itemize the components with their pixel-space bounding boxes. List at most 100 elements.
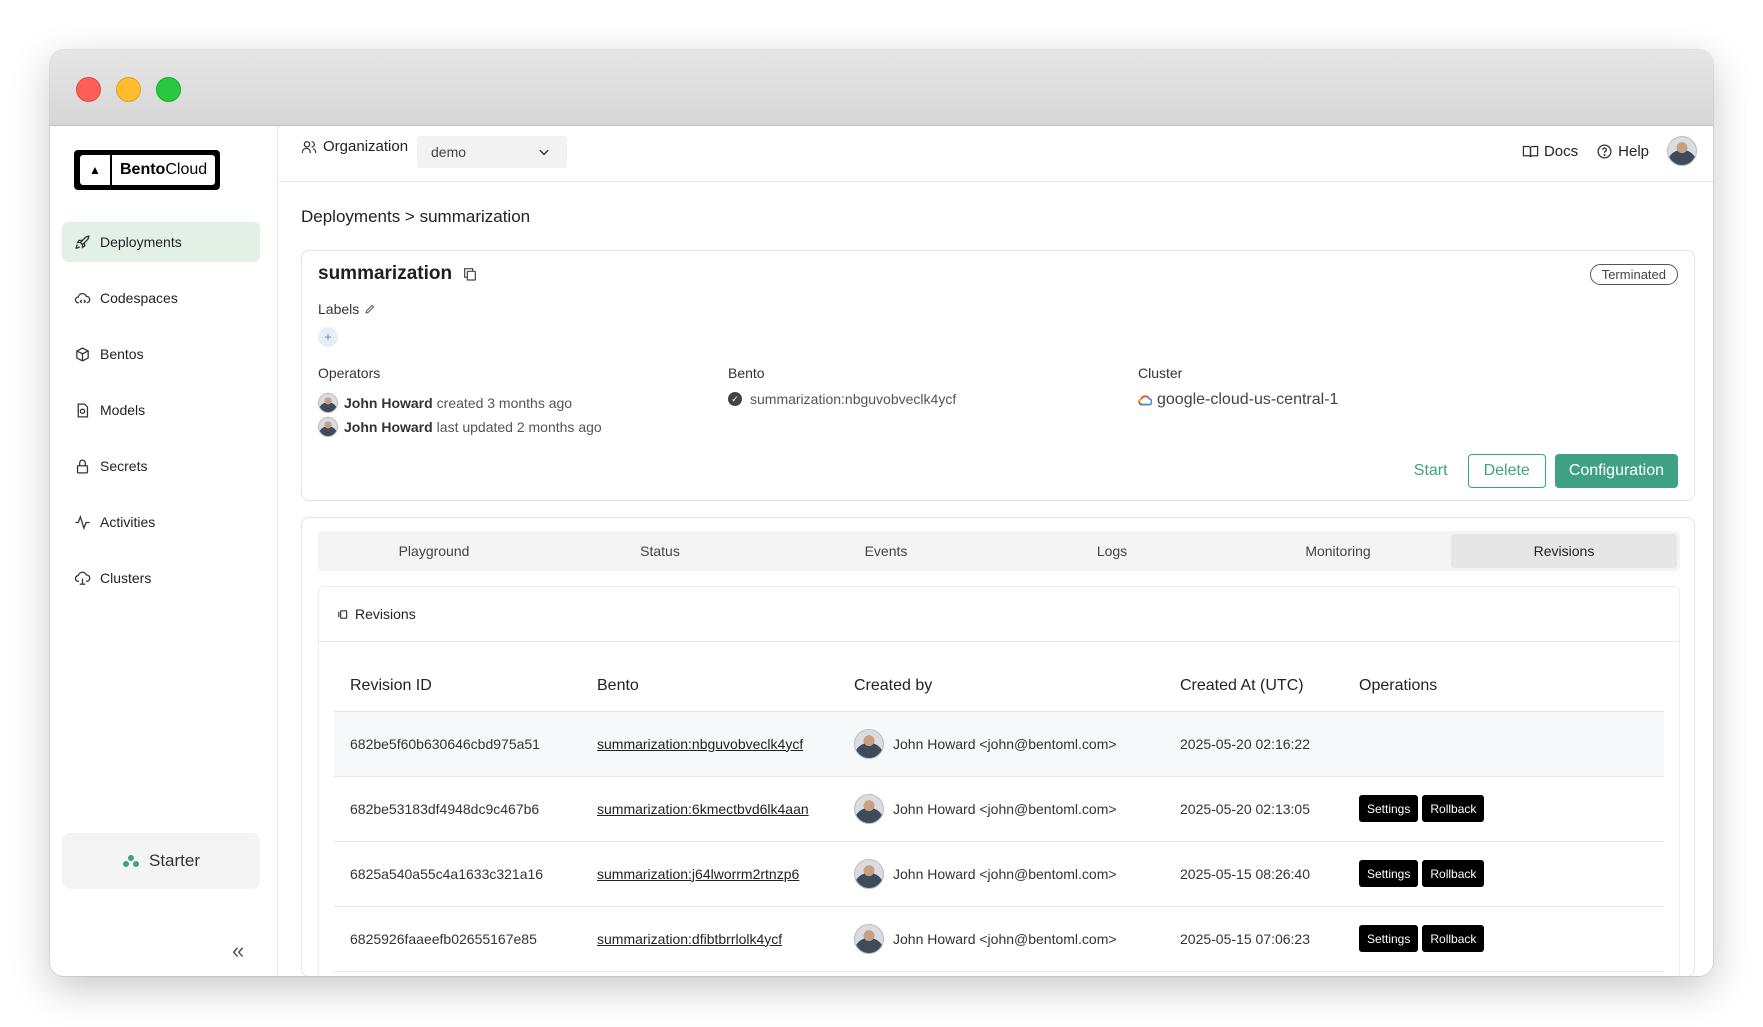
close-window-button[interactable]	[76, 77, 101, 102]
revision-id-cell: 6825926faaeefb02655167e85	[334, 906, 581, 972]
start-button[interactable]: Start	[1414, 462, 1448, 480]
user-avatar[interactable]	[1667, 136, 1697, 166]
column-header: Operations	[1343, 661, 1664, 712]
configuration-button[interactable]: Configuration	[1554, 454, 1678, 488]
operator-avatar	[318, 393, 338, 413]
sidebar-item-label: Models	[100, 402, 146, 418]
organization-select[interactable]: demo	[417, 136, 567, 168]
sidebar-item-clusters[interactable]: Clusters	[62, 558, 260, 598]
chevron-down-icon	[539, 149, 549, 156]
users-icon	[301, 140, 317, 153]
organization-text: Organization	[323, 138, 409, 155]
sidebar-item-activities[interactable]: Activities	[62, 502, 260, 542]
creator-name: John Howard <john@bentoml.com>	[893, 930, 1117, 947]
sidebar-item-codespaces[interactable]: Codespaces	[62, 278, 260, 318]
settings-button[interactable]: Settings	[1359, 925, 1419, 952]
table-row[interactable]: 682be53183df4948dc9c467b6 summarization:…	[334, 776, 1664, 842]
operators-section: Operators John Howard created 3 months a…	[318, 365, 602, 439]
bento-link[interactable]: summarization:nbguvobveclk4ycf	[597, 736, 803, 752]
bento-cell: summarization:6kmectbvd6lk4aan	[581, 776, 838, 842]
main-content: Deployments > summarization summarizatio…	[279, 183, 1713, 976]
bento-link[interactable]: summarization:j64lworrm2rtnzp6	[597, 866, 799, 882]
plan-starter-button[interactable]: Starter	[62, 833, 260, 889]
sidebar-nav: Deployments Codespaces Bentos Models Sec…	[62, 222, 260, 614]
operations-cell: Settings Rollback	[1343, 776, 1664, 842]
rollback-button[interactable]: Rollback	[1422, 860, 1485, 887]
cluster-section: Cluster google-cloud-us-central-1	[1138, 365, 1338, 409]
creator-avatar	[854, 858, 884, 889]
sidebar-item-bentos[interactable]: Bentos	[62, 334, 260, 374]
starter-plan-icon	[122, 855, 139, 867]
plan-label: Starter	[148, 851, 201, 870]
revisions-header: Revisions	[319, 587, 1679, 642]
deployment-summary-card: summarization Terminated Labels + Operat…	[301, 250, 1695, 501]
tab-events[interactable]: Events	[773, 534, 999, 568]
tab-monitoring[interactable]: Monitoring	[1225, 534, 1451, 568]
table-row[interactable]: 682be5f60b630646cbd975a51 summarization:…	[334, 711, 1664, 777]
bento-link[interactable]: summarization:6kmectbvd6lk4aan	[597, 801, 809, 817]
tab-status[interactable]: Status	[547, 534, 773, 568]
creator-name: John Howard <john@bentoml.com>	[893, 865, 1117, 882]
bento-link[interactable]: summarization:dfibtbrrlolk4ycf	[597, 931, 782, 947]
organization-label: Organization	[301, 138, 408, 155]
rollback-button[interactable]: Rollback	[1422, 795, 1485, 822]
bento-title: Bento	[728, 365, 765, 381]
operator-avatar	[318, 417, 338, 437]
sidebar-item-label: Clusters	[100, 570, 152, 586]
lock-icon	[76, 459, 89, 474]
box-icon	[76, 346, 89, 362]
add-label-button[interactable]: +	[318, 327, 338, 347]
operations-cell: Settings Rollback	[1343, 906, 1664, 972]
edit-pencil-icon[interactable]	[364, 303, 376, 315]
bento-logo-icon: ▲	[80, 155, 110, 185]
tab-playground[interactable]: Playground	[321, 534, 547, 568]
tab-bar: Playground Status Events Logs Monitoring…	[318, 531, 1680, 571]
docs-link[interactable]: Docs	[1522, 143, 1578, 160]
operator-created: John Howard created 3 months ago	[318, 391, 602, 415]
revisions-title: Revisions	[355, 606, 416, 622]
copy-icon[interactable]	[462, 266, 478, 282]
google-cloud-icon	[1138, 395, 1152, 406]
delete-button[interactable]: Delete	[1467, 454, 1546, 488]
tab-revisions[interactable]: Revisions	[1451, 534, 1677, 568]
breadcrumb: Deployments > summarization	[301, 207, 531, 226]
table-row[interactable]: 6825926faaeefb02655167e85 summarization:…	[334, 906, 1664, 972]
operations-cell	[1343, 711, 1664, 777]
creator-avatar	[854, 923, 884, 954]
rollback-button[interactable]: Rollback	[1422, 925, 1485, 952]
creator-name: John Howard <john@bentoml.com>	[893, 800, 1117, 817]
operator-name: John Howard	[344, 395, 433, 411]
cluster-name: google-cloud-us-central-1	[1157, 391, 1339, 408]
bento-cell: summarization:dfibtbrrlolk4ycf	[581, 906, 838, 972]
created-at-cell: 2025-05-15 07:06:23	[1164, 906, 1343, 972]
table-row[interactable]: 6825a540a55c4a1633c321a16 summarization:…	[334, 841, 1664, 907]
status-badge: Terminated	[1589, 264, 1678, 285]
sidebar-item-label: Codespaces	[100, 290, 178, 306]
created-at-cell: 2025-05-15 08:26:40	[1164, 841, 1343, 907]
help-link[interactable]: Help	[1596, 143, 1649, 160]
settings-button[interactable]: Settings	[1359, 795, 1419, 822]
revisions-panel: Revisions Revision ID Bento Created by C…	[318, 586, 1680, 976]
maximize-window-button[interactable]	[156, 77, 181, 102]
collapse-sidebar-icon[interactable]: «	[232, 938, 244, 964]
cloud-server-icon	[74, 571, 91, 585]
minimize-window-button[interactable]	[116, 77, 141, 102]
sidebar-item-models[interactable]: Models	[62, 390, 260, 430]
bento-value: ✓ summarization:nbguvobveclk4ycf	[728, 391, 956, 407]
tab-logs[interactable]: Logs	[999, 534, 1225, 568]
sidebar-item-label: Bentos	[100, 346, 144, 362]
revisions-table: Revision ID Bento Created by Created At …	[334, 661, 1664, 972]
sidebar-item-deployments[interactable]: Deployments	[62, 222, 260, 262]
creator-name: John Howard <john@bentoml.com>	[893, 735, 1117, 752]
check-circle-icon: ✓	[728, 392, 742, 406]
bento-tag: summarization:nbguvobveclk4ycf	[750, 391, 957, 407]
operator-name: John Howard	[344, 419, 433, 435]
bento-cell: summarization:nbguvobveclk4ycf	[581, 711, 838, 777]
sidebar-item-secrets[interactable]: Secrets	[62, 446, 260, 486]
sidebar: ▲ Bento Cloud Deployments Codespaces Bent…	[50, 126, 278, 976]
column-header: Created At (UTC)	[1164, 661, 1343, 712]
column-header: Revision ID	[334, 661, 581, 712]
created-at-cell: 2025-05-20 02:13:05	[1164, 776, 1343, 842]
settings-button[interactable]: Settings	[1359, 860, 1419, 887]
bentocloud-logo[interactable]: ▲ Bento Cloud	[74, 150, 220, 190]
